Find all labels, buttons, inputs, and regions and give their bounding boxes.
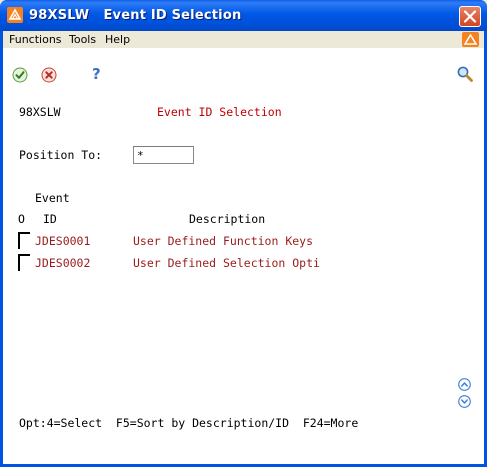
client-area: Functions Tools Help ? 98XSLW Event ID S xyxy=(3,31,484,464)
menu-tools[interactable]: Tools xyxy=(69,33,96,46)
screen-body: 98XSLW Event ID Selection Position To: *… xyxy=(3,86,484,464)
function-key-legend: Opt:4=Select F5=Sort by Description/ID F… xyxy=(19,416,359,430)
app-logo-icon xyxy=(7,7,23,23)
toolbar: ? xyxy=(3,50,484,86)
position-to-input[interactable]: * xyxy=(133,146,194,164)
option-input[interactable] xyxy=(18,232,30,249)
event-id[interactable]: JDES0001 xyxy=(35,234,90,248)
screen-title: Event ID Selection xyxy=(157,105,282,119)
header-option: O xyxy=(18,212,25,226)
event-id[interactable]: JDES0002 xyxy=(35,256,90,270)
brand-logo-icon xyxy=(462,32,479,47)
title-bar[interactable]: 98XSLW Event ID Selection xyxy=(0,0,487,31)
help-question-icon[interactable]: ? xyxy=(89,65,103,83)
header-id: ID xyxy=(43,212,57,226)
svg-text:?: ? xyxy=(92,65,101,83)
cancel-x-icon[interactable] xyxy=(41,67,57,83)
ok-check-icon[interactable] xyxy=(12,67,28,83)
option-input[interactable] xyxy=(18,254,30,271)
position-to-label: Position To: xyxy=(19,148,103,162)
menu-bar: Functions Tools Help xyxy=(3,31,484,49)
event-description: User Defined Selection Opti xyxy=(133,256,320,270)
menu-help[interactable]: Help xyxy=(105,33,130,46)
header-description: Description xyxy=(189,212,266,226)
header-event: Event xyxy=(35,191,70,205)
event-description: User Defined Function Keys xyxy=(133,234,314,248)
page-up-icon[interactable] xyxy=(458,378,471,391)
program-id: 98XSLW xyxy=(19,105,61,119)
app-window: 98XSLW Event ID Selection Functions Tool… xyxy=(0,0,487,467)
search-magnifier-icon[interactable] xyxy=(456,65,474,83)
window-title: 98XSLW Event ID Selection xyxy=(29,8,242,23)
page-down-icon[interactable] xyxy=(458,395,471,408)
close-button[interactable] xyxy=(459,6,481,27)
menu-functions[interactable]: Functions xyxy=(9,33,62,46)
